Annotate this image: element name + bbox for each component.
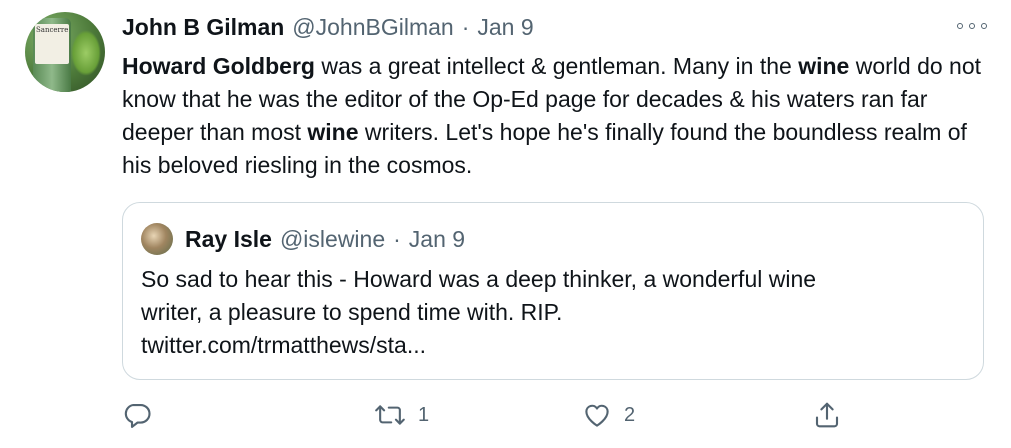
retweet-icon [375,405,405,425]
author-avatar[interactable]: Sancerre [25,12,105,92]
tweet-text: Howard Goldberg was a great intellect & … [122,50,982,182]
tweet-date[interactable]: Jan 9 [477,14,533,41]
quoted-tweet-link[interactable]: twitter.com/trmatthews/sta... [141,329,961,362]
retweet-count: 1 [418,403,430,426]
more-dot [981,23,987,29]
quoted-author-avatar [141,223,173,255]
quoted-text-line: So sad to hear this - Howard was a deep … [141,266,817,292]
tweet-text-segment: wine [307,119,359,145]
avatar-foliage [71,30,101,76]
more-dot [957,23,963,29]
quoted-tweet-date: Jan 9 [408,225,466,252]
quoted-header-separator: · [393,225,401,252]
share-icon [815,402,839,428]
quoted-tweet[interactable]: Ray Isle @islewine · Jan 9 So sad to hea… [122,202,984,380]
header-separator: · [461,13,470,40]
tweet-text-segment: wine [798,53,850,79]
quoted-author-handle: @islewine [279,225,386,252]
author-handle[interactable]: @JohnBGilman [292,14,453,41]
quoted-text-line: writer, a pleasure to spend time with. R… [141,299,563,325]
tweet-text-segment: was a great intellect & gentleman. Many … [314,53,799,79]
quoted-tweet-header: Ray Isle @islewine · Jan 9 [185,223,465,255]
retweet-button[interactable]: 1 [374,398,429,432]
tweet: Sancerre John B Gilman @JohnBGilman · Ja… [0,0,1011,448]
avatar-label-text: Sancerre [36,26,69,34]
reply-icon [124,403,151,428]
quoted-author-name: Ray Isle [185,225,272,252]
quoted-tweet-text: So sad to hear this - Howard was a deep … [141,263,961,362]
tweet-text-segment: Howard Goldberg [122,53,315,79]
like-count: 2 [624,403,636,426]
like-icon [585,404,609,427]
more-dot [969,23,975,29]
like-button[interactable]: 2 [582,398,635,432]
more-options-icon[interactable] [957,16,987,36]
author-name[interactable]: John B Gilman [122,14,284,41]
reply-button[interactable] [122,398,152,432]
tweet-header: John B Gilman @JohnBGilman · Jan 9 [122,10,534,44]
share-button[interactable] [812,398,842,432]
tweet-actions: 1 2 [122,398,842,432]
